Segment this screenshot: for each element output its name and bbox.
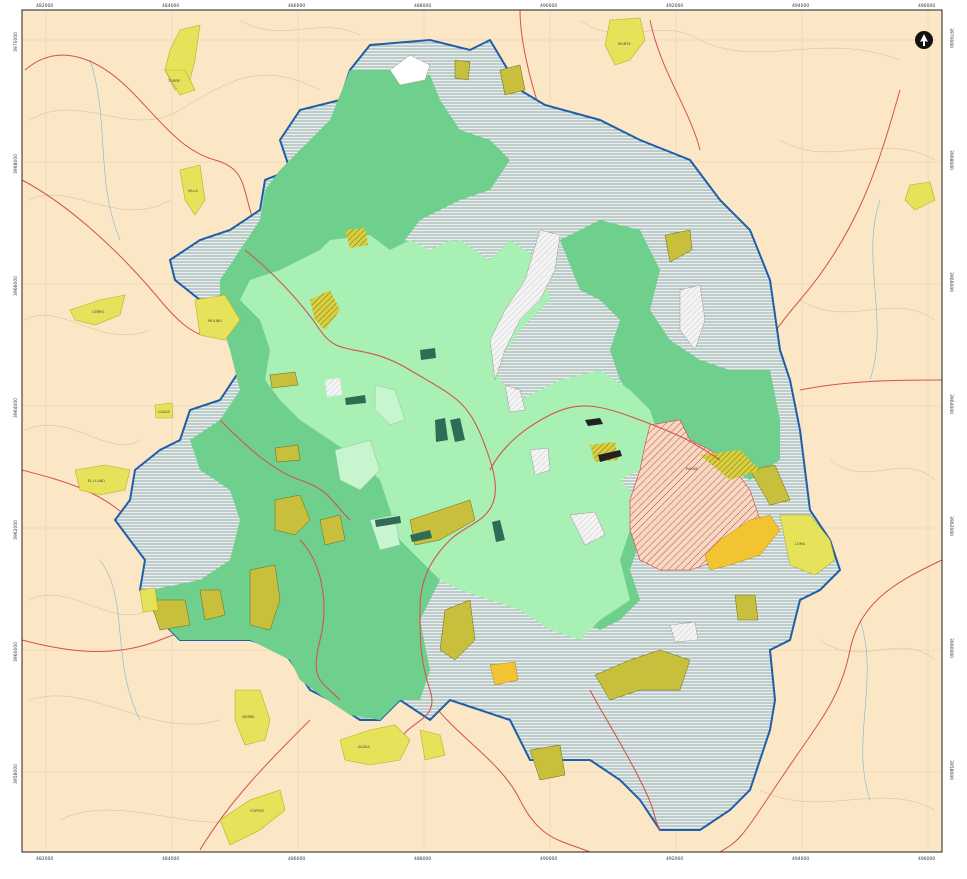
tick-right-2: 3968000 [948, 150, 954, 170]
tick-bottom-2: 484000 [162, 856, 179, 862]
tick-top-6: 492000 [666, 3, 683, 9]
svg-text:TORRE: TORRE [167, 79, 180, 83]
tick-left-1: 3970000 [13, 32, 19, 52]
svg-text:SIERRA: SIERRA [242, 715, 255, 719]
tick-top-3: 486000 [288, 3, 305, 9]
tick-bottom-7: 494000 [792, 856, 809, 862]
tick-right-3: 3966000 [948, 272, 954, 292]
svg-text:CERRO: CERRO [92, 310, 105, 314]
tick-top-7: 494000 [792, 3, 809, 9]
svg-text:CORTIJO: CORTIJO [250, 809, 265, 813]
tick-top-1: 482000 [36, 3, 53, 9]
tick-right-1: 3970000 [948, 28, 954, 48]
tick-right-4: 3964000 [948, 394, 954, 414]
tick-left-6: 3960000 [13, 642, 19, 662]
tick-left-7: 3958000 [13, 764, 19, 784]
svg-text:ALDEA: ALDEA [358, 745, 370, 749]
map-canvas: TORRE VILLA CERRO MOLINO EL LLANO CASAS … [0, 0, 967, 879]
svg-text:LOMA: LOMA [795, 542, 806, 546]
svg-text:MONTE: MONTE [618, 42, 631, 46]
tick-left-5: 3962000 [13, 520, 19, 540]
tick-bottom-3: 486000 [288, 856, 305, 862]
svg-text:EL LLANO: EL LLANO [88, 479, 105, 483]
tick-left-3: 3966000 [13, 276, 19, 296]
tick-top-5: 490000 [540, 3, 557, 9]
tick-top-8: 496000 [918, 3, 935, 9]
tick-left-2: 3968000 [13, 154, 19, 174]
svg-text:CASAS: CASAS [158, 410, 171, 414]
tick-left-4: 3964000 [13, 398, 19, 418]
svg-text:VILLA: VILLA [188, 189, 198, 193]
svg-text:MOLINO: MOLINO [208, 319, 222, 323]
north-arrow-icon [915, 31, 933, 49]
tick-right-7: 3958000 [948, 760, 954, 780]
tick-bottom-4: 488000 [414, 856, 431, 862]
tick-bottom-5: 490000 [540, 856, 557, 862]
tick-right-6: 3960000 [948, 638, 954, 658]
tick-bottom-6: 492000 [666, 856, 683, 862]
tick-top-4: 488000 [414, 3, 431, 9]
svg-text:PARAJE: PARAJE [686, 467, 698, 471]
tick-bottom-8: 496000 [918, 856, 935, 862]
tick-top-2: 484000 [162, 3, 179, 9]
white-patch-small-4 [669, 621, 699, 643]
tick-right-5: 3962000 [948, 516, 954, 536]
tick-bottom-1: 482000 [36, 856, 53, 862]
